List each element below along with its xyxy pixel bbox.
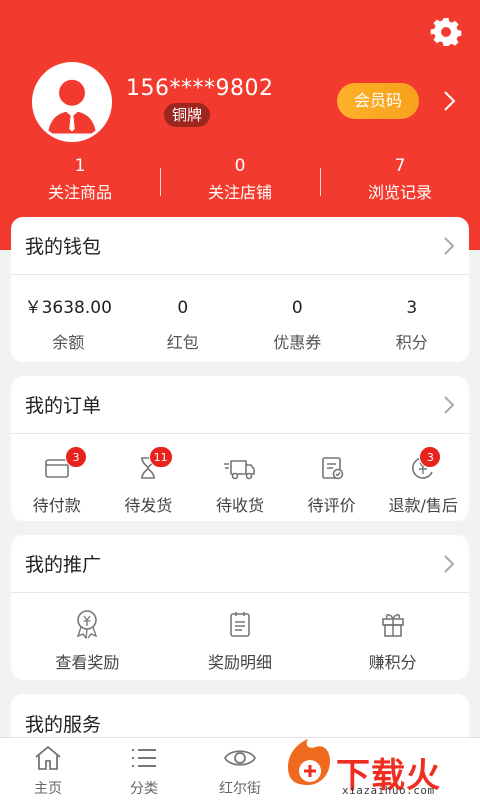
nav-home[interactable]: 主页 bbox=[0, 738, 96, 800]
promotion-earn-points[interactable]: 赚积分 bbox=[316, 609, 469, 673]
wallet-coupon[interactable]: 0 优惠券 bbox=[240, 293, 355, 353]
gear-icon[interactable] bbox=[430, 16, 462, 48]
wallet-header[interactable]: 我的钱包 bbox=[11, 217, 469, 275]
order-label: 待收货 bbox=[215, 496, 264, 515]
wallet-label: 余额 bbox=[52, 333, 85, 352]
reward-icon bbox=[77, 610, 98, 639]
promotion-items: 查看奖励 奖励明细 赚积分 bbox=[11, 593, 469, 673]
watermark-subtext: xiazaihuo.com bbox=[342, 784, 435, 797]
review-icon bbox=[321, 457, 343, 480]
order-pending-receipt[interactable]: 待收货 bbox=[194, 454, 286, 516]
stat-number: 0 bbox=[234, 156, 246, 176]
chevron-right-icon bbox=[444, 236, 455, 255]
order-label: 待发货 bbox=[124, 496, 173, 515]
order-refund-aftersale[interactable]: 3 退款/售后 bbox=[377, 446, 469, 516]
chevron-right-icon bbox=[444, 554, 455, 573]
stats-row: 1 关注商品 0 关注店铺 7 浏览记录 bbox=[0, 154, 480, 214]
stat-number: 1 bbox=[74, 156, 86, 176]
wallet-points[interactable]: 3 积分 bbox=[355, 293, 470, 353]
stat-number: 7 bbox=[394, 156, 406, 176]
chevron-right-icon[interactable] bbox=[442, 90, 456, 112]
avatar[interactable] bbox=[32, 62, 112, 142]
count-badge: 11 bbox=[148, 446, 173, 468]
chevron-right-icon bbox=[444, 395, 455, 414]
user-phone: 156****9802 bbox=[126, 76, 274, 101]
orders-header[interactable]: 我的订单 bbox=[11, 376, 469, 434]
order-pending-payment[interactable]: 3 待付款 bbox=[11, 446, 103, 516]
wallet-items: ￥3638.00 余额 0 红包 0 优惠券 3 积分 bbox=[11, 275, 469, 353]
orders-items: 3 待付款 11 待发货 待收货 待评价 3 退款/售后 bbox=[11, 434, 469, 516]
order-pending-review[interactable]: 待评价 bbox=[286, 454, 378, 516]
wallet-label: 红包 bbox=[166, 333, 199, 352]
services-title: 我的服务 bbox=[25, 713, 102, 736]
count-badge: 3 bbox=[419, 446, 442, 468]
promotion-view-rewards[interactable]: 查看奖励 bbox=[11, 609, 164, 673]
promotion-label: 查看奖励 bbox=[55, 653, 120, 672]
promotion-card: 我的推广 查看奖励 奖励明细 赚积分 bbox=[11, 535, 469, 680]
order-pending-shipment[interactable]: 11 待发货 bbox=[103, 446, 195, 516]
stat-followed-shops[interactable]: 0 关注店铺 bbox=[160, 154, 320, 214]
stat-browse-history[interactable]: 7 浏览记录 bbox=[320, 154, 480, 214]
gift-icon bbox=[381, 614, 404, 637]
wallet-value: 0 bbox=[177, 298, 189, 318]
promotion-reward-details[interactable]: 奖励明细 bbox=[164, 609, 317, 673]
promotion-label: 赚积分 bbox=[368, 653, 417, 672]
eye-icon bbox=[223, 750, 257, 766]
detail-list-icon bbox=[230, 612, 250, 637]
order-label: 退款/售后 bbox=[388, 496, 458, 515]
home-icon bbox=[35, 745, 61, 770]
promotion-title: 我的推广 bbox=[25, 554, 102, 576]
promotion-header[interactable]: 我的推广 bbox=[11, 535, 469, 593]
orders-card: 我的订单 3 待付款 11 待发货 待收货 待评价 3 退款/售后 bbox=[11, 376, 469, 521]
user-avatar-icon bbox=[35, 65, 109, 139]
wallet-value: ￥3638.00 bbox=[24, 298, 112, 318]
stat-label: 关注店铺 bbox=[207, 183, 272, 202]
orders-title: 我的订单 bbox=[25, 395, 102, 417]
category-icon bbox=[132, 749, 156, 767]
member-level-badge: 铜牌 bbox=[164, 103, 211, 127]
promotion-label: 奖励明细 bbox=[208, 653, 273, 672]
nav-label: 主页 bbox=[34, 781, 62, 797]
wallet-label: 积分 bbox=[395, 333, 428, 352]
nav-red-street[interactable]: 红尔街 bbox=[192, 738, 288, 800]
count-badge: 3 bbox=[65, 446, 87, 468]
stat-followed-products[interactable]: 1 关注商品 bbox=[0, 154, 160, 214]
wallet-balance[interactable]: ￥3638.00 余额 bbox=[11, 293, 126, 353]
order-label: 待付款 bbox=[32, 496, 81, 515]
nav-label: 红尔街 bbox=[219, 781, 261, 797]
order-label: 待评价 bbox=[307, 496, 356, 515]
wallet-title: 我的钱包 bbox=[25, 236, 102, 258]
nav-label: 分类 bbox=[130, 781, 158, 797]
wallet-red-packet[interactable]: 0 红包 bbox=[126, 293, 241, 353]
wallet-label: 优惠券 bbox=[273, 333, 322, 352]
wallet-value: 0 bbox=[291, 298, 303, 318]
member-code-button[interactable]: 会员码 bbox=[337, 83, 419, 119]
wallet-card: 我的钱包 ￥3638.00 余额 0 红包 0 优惠券 3 积分 bbox=[11, 217, 469, 362]
profile-header: 156****9802 铜牌 会员码 1 关注商品 0 关注店铺 7 浏览记录 bbox=[0, 0, 480, 250]
wallet-value: 3 bbox=[406, 298, 418, 318]
nav-category[interactable]: 分类 bbox=[96, 738, 192, 800]
truck-icon bbox=[223, 460, 255, 480]
stat-label: 浏览记录 bbox=[367, 183, 432, 202]
stat-label: 关注商品 bbox=[47, 183, 112, 202]
